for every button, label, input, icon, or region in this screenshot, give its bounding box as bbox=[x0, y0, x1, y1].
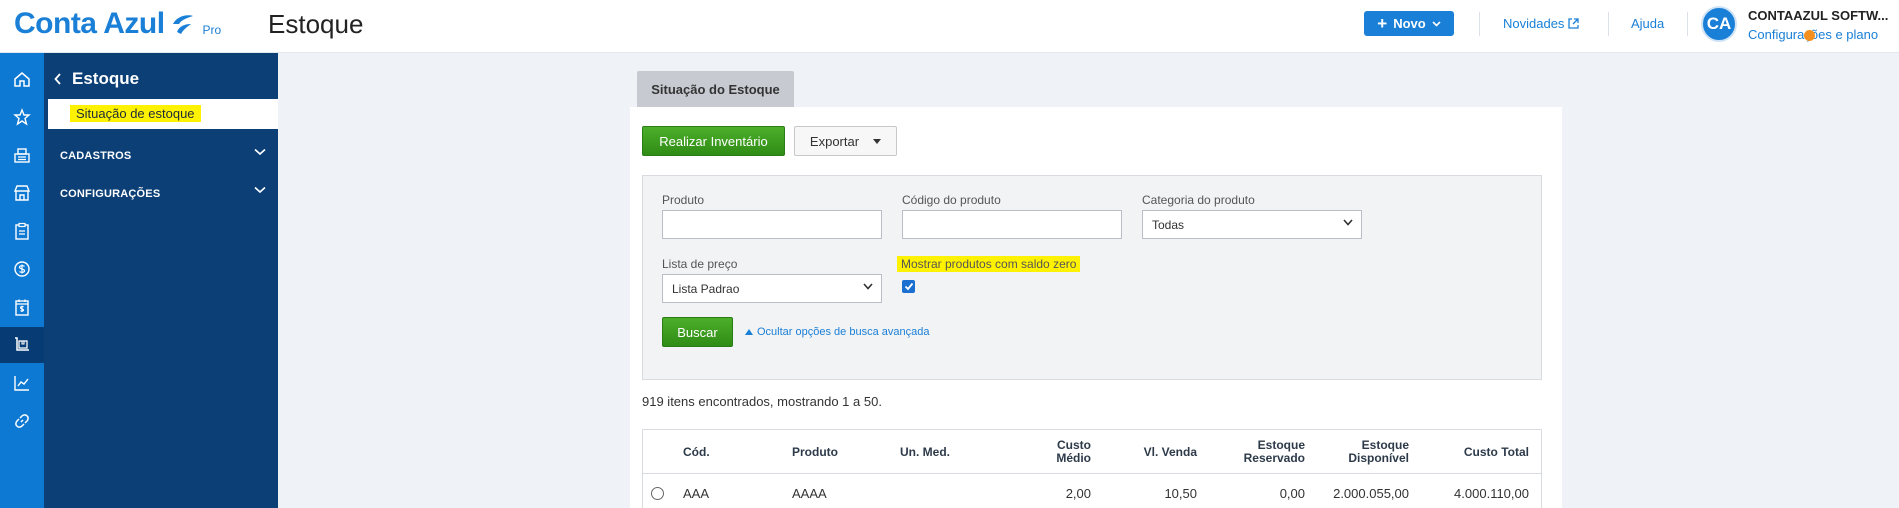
chevron-down-icon bbox=[1432, 20, 1441, 27]
logo-mark-icon bbox=[172, 15, 193, 34]
price-list-select-value: Lista Padrao bbox=[672, 281, 740, 296]
cell-code: AAA bbox=[683, 486, 710, 501]
divider bbox=[1687, 12, 1688, 36]
category-select[interactable]: Todas bbox=[1142, 210, 1362, 239]
top-bar: Conta Azul Pro Estoque + Novo Novidades … bbox=[0, 0, 1899, 53]
sidebar-group-label: CADASTROS bbox=[60, 150, 132, 162]
product-code-label: Código do produto bbox=[902, 193, 1001, 207]
export-button[interactable]: Exportar bbox=[794, 126, 897, 156]
company-name[interactable]: CONTAAZUL SOFTW... bbox=[1748, 8, 1888, 23]
sidebar-item-stock-status[interactable]: Situação de estoque bbox=[48, 99, 278, 129]
star-icon[interactable] bbox=[0, 99, 44, 135]
calendar-dollar-icon[interactable] bbox=[0, 289, 44, 325]
logo-pro-badge: Pro bbox=[202, 23, 222, 37]
category-select-value: Todas bbox=[1152, 217, 1185, 232]
checkmark-icon bbox=[904, 282, 913, 291]
dollar-circle-icon[interactable] bbox=[0, 251, 44, 287]
chart-icon[interactable] bbox=[0, 365, 44, 401]
table-header: Cód. Produto Un. Med. Custo Médio Vl. Ve… bbox=[643, 430, 1541, 474]
back-to-estoque[interactable]: Estoque bbox=[54, 69, 139, 89]
product-code-input[interactable] bbox=[902, 210, 1122, 239]
column-header-reserved-line2: Reservado bbox=[1243, 451, 1305, 465]
column-header-total-cost[interactable]: Custo Total bbox=[1413, 446, 1529, 459]
search-button[interactable]: Buscar bbox=[662, 317, 733, 347]
news-link[interactable]: Novidades bbox=[1503, 16, 1580, 31]
column-header-product[interactable]: Produto bbox=[792, 446, 838, 459]
chevron-down-icon bbox=[863, 283, 873, 290]
result-count: 919 itens encontrados, mostrando 1 a 50. bbox=[642, 394, 882, 409]
column-header-available-line2: Disponível bbox=[1348, 451, 1409, 465]
column-header-reserved[interactable]: Estoque Reservado bbox=[1213, 439, 1305, 465]
divider bbox=[1608, 12, 1609, 36]
cash-register-icon[interactable] bbox=[0, 137, 44, 173]
cell-available: 2.000.055,00 bbox=[1333, 486, 1409, 501]
caret-down-icon bbox=[873, 138, 882, 144]
column-header-avg-cost-line2: Médio bbox=[1056, 451, 1091, 465]
divider bbox=[1479, 12, 1480, 36]
chevron-down-icon bbox=[1343, 219, 1353, 226]
chevron-down-icon bbox=[254, 186, 266, 194]
column-header-unit[interactable]: Un. Med. bbox=[900, 446, 950, 459]
chevron-left-icon bbox=[54, 73, 61, 85]
icon-rail bbox=[0, 53, 44, 508]
cell-avg-cost: 2,00 bbox=[1065, 486, 1091, 501]
help-link-label: Ajuda bbox=[1631, 16, 1665, 31]
side-menu-title: Estoque bbox=[72, 69, 140, 88]
sidebar-item-stock-status-label: Situação de estoque bbox=[70, 105, 201, 122]
sidebar-group-configuracoes[interactable]: CONFIGURAÇÕES bbox=[60, 186, 266, 200]
column-header-available[interactable]: Estoque Disponível bbox=[1313, 439, 1409, 465]
category-label: Categoria do produto bbox=[1142, 193, 1255, 207]
tab-stock-status[interactable]: Situação do Estoque bbox=[637, 71, 794, 107]
caret-up-icon bbox=[745, 329, 753, 335]
link-icon[interactable] bbox=[0, 403, 44, 439]
side-menu: Estoque Situação de estoque CADASTROS CO… bbox=[44, 53, 278, 508]
cell-product: AAAA bbox=[792, 486, 827, 501]
sidebar-group-cadastros[interactable]: CADASTROS bbox=[60, 148, 266, 162]
toggle-advanced-search-label: Ocultar opções de busca avançada bbox=[757, 326, 930, 338]
cell-reserved: 0,00 bbox=[1279, 486, 1305, 501]
price-list-select[interactable]: Lista Padrao bbox=[662, 274, 882, 303]
store-icon[interactable] bbox=[0, 175, 44, 211]
new-button[interactable]: + Novo bbox=[1364, 11, 1454, 36]
price-list-label: Lista de preço bbox=[662, 257, 738, 271]
help-link[interactable]: Ajuda bbox=[1631, 16, 1664, 31]
new-button-label: Novo bbox=[1393, 16, 1426, 31]
home-icon[interactable] bbox=[0, 61, 44, 97]
inventory-button[interactable]: Realizar Inventário bbox=[642, 126, 785, 156]
stock-table: Cód. Produto Un. Med. Custo Médio Vl. Ve… bbox=[642, 429, 1542, 508]
export-button-label: Exportar bbox=[809, 133, 860, 149]
zero-balance-checkbox[interactable] bbox=[902, 280, 915, 293]
logo-text: Conta Azul bbox=[14, 7, 165, 40]
inventory-icon[interactable] bbox=[0, 327, 44, 363]
product-label: Produto bbox=[662, 193, 705, 207]
external-link-icon bbox=[1568, 18, 1580, 29]
news-link-label: Novidades bbox=[1503, 16, 1565, 31]
page-title: Estoque bbox=[268, 9, 364, 39]
sidebar-group-label: CONFIGURAÇÕES bbox=[60, 188, 161, 200]
notification-dot bbox=[1804, 30, 1815, 41]
row-select-radio[interactable] bbox=[651, 487, 664, 500]
conta-azul-logo[interactable]: Conta Azul Pro bbox=[14, 8, 221, 40]
avatar[interactable]: CA bbox=[1701, 6, 1737, 42]
product-input[interactable] bbox=[662, 210, 882, 239]
cell-sale-price: 10,50 bbox=[1164, 486, 1197, 501]
zero-balance-label: Mostrar produtos com saldo zero bbox=[897, 256, 1081, 272]
column-header-code[interactable]: Cód. bbox=[683, 446, 710, 459]
clipboard-icon[interactable] bbox=[0, 213, 44, 249]
plus-icon: + bbox=[1377, 14, 1388, 33]
chevron-down-icon bbox=[254, 148, 266, 156]
cell-total-cost: 4.000.110,00 bbox=[1454, 486, 1529, 501]
toggle-advanced-search[interactable]: Ocultar opções de busca avançada bbox=[745, 326, 929, 338]
column-header-sale-price[interactable]: Vl. Venda bbox=[1113, 446, 1197, 459]
column-header-avg-cost[interactable]: Custo Médio bbox=[1031, 439, 1091, 465]
